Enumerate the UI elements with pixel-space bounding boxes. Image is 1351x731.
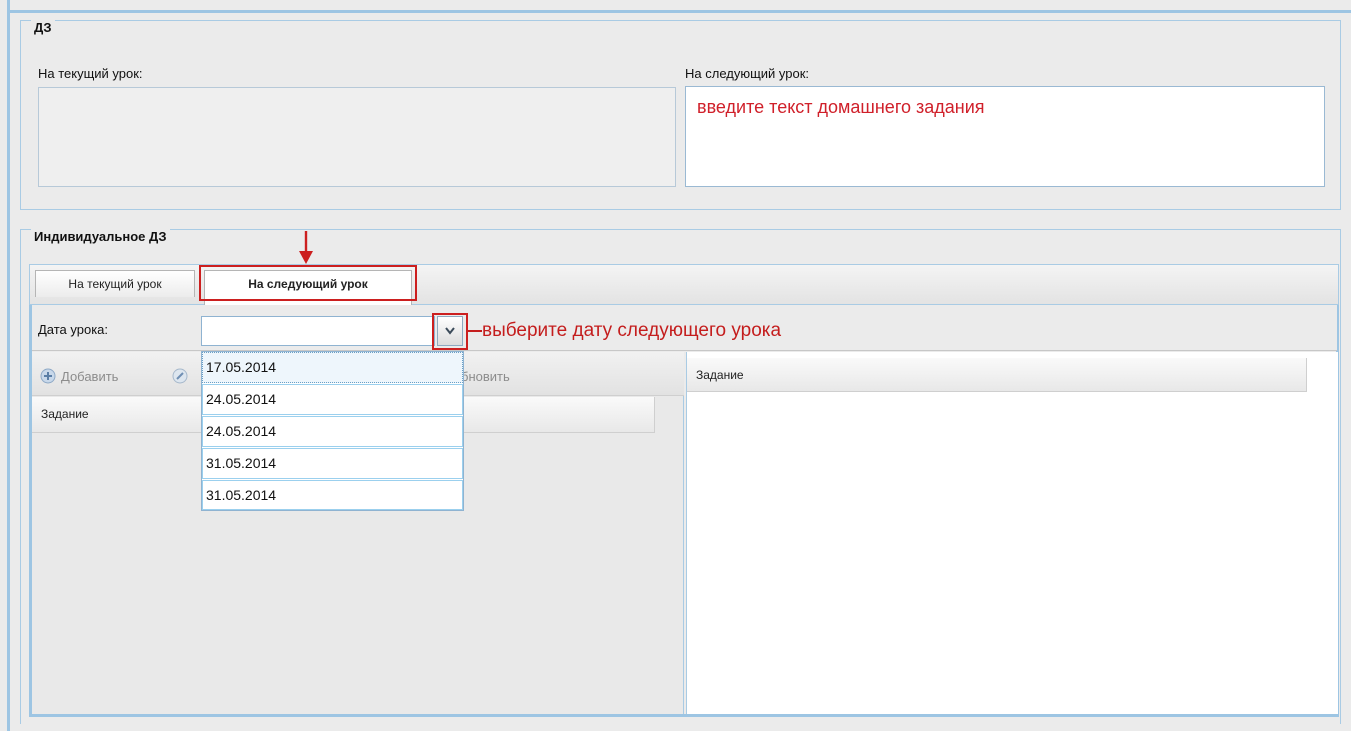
date-dropdown-list: 17.05.2014 24.05.2014 24.05.2014 31.05.2…	[201, 351, 464, 511]
date-option[interactable]: 24.05.2014	[202, 384, 463, 415]
next-lesson-textarea[interactable]: введите текст домашнего задания	[685, 86, 1325, 187]
date-option[interactable]: 24.05.2014	[202, 416, 463, 447]
arrow-down-icon	[299, 231, 313, 264]
date-option[interactable]: 31.05.2014	[202, 480, 463, 510]
window-border-left	[7, 0, 10, 731]
hw-fieldset-title: ДЗ	[31, 20, 55, 36]
current-lesson-textarea	[38, 87, 676, 187]
date-hint-annotation: выберите дату следующего урока	[482, 320, 782, 341]
tab-current-lesson[interactable]: На текущий урок	[35, 270, 195, 297]
right-grid-header-divider	[1306, 358, 1307, 392]
add-button[interactable]	[40, 368, 56, 384]
left-grid-header-divider	[654, 397, 655, 433]
edit-button[interactable]	[172, 368, 188, 384]
combo-highlight-box	[432, 313, 468, 350]
right-grid-header[interactable]: Задание	[687, 358, 1306, 392]
add-button-label[interactable]: Добавить	[61, 369, 118, 385]
date-combo-input[interactable]	[201, 316, 435, 346]
add-icon	[40, 368, 56, 384]
date-option[interactable]: 31.05.2014	[202, 448, 463, 479]
current-lesson-label: На текущий урок:	[38, 66, 143, 81]
refresh-button-label[interactable]: бновить	[461, 369, 510, 385]
annotation-connector	[468, 330, 482, 332]
individual-hw-title: Индивидуальное ДЗ	[31, 229, 170, 245]
edit-icon	[172, 368, 188, 384]
date-label: Дата урока:	[38, 322, 109, 337]
next-lesson-label: На следующий урок:	[685, 66, 810, 81]
date-option[interactable]: 17.05.2014	[202, 352, 463, 383]
window-border-top	[7, 10, 1351, 13]
tab-highlight-box	[199, 265, 417, 301]
right-grid	[686, 352, 1338, 714]
next-lesson-textarea-value: введите текст домашнего задания	[697, 97, 985, 117]
